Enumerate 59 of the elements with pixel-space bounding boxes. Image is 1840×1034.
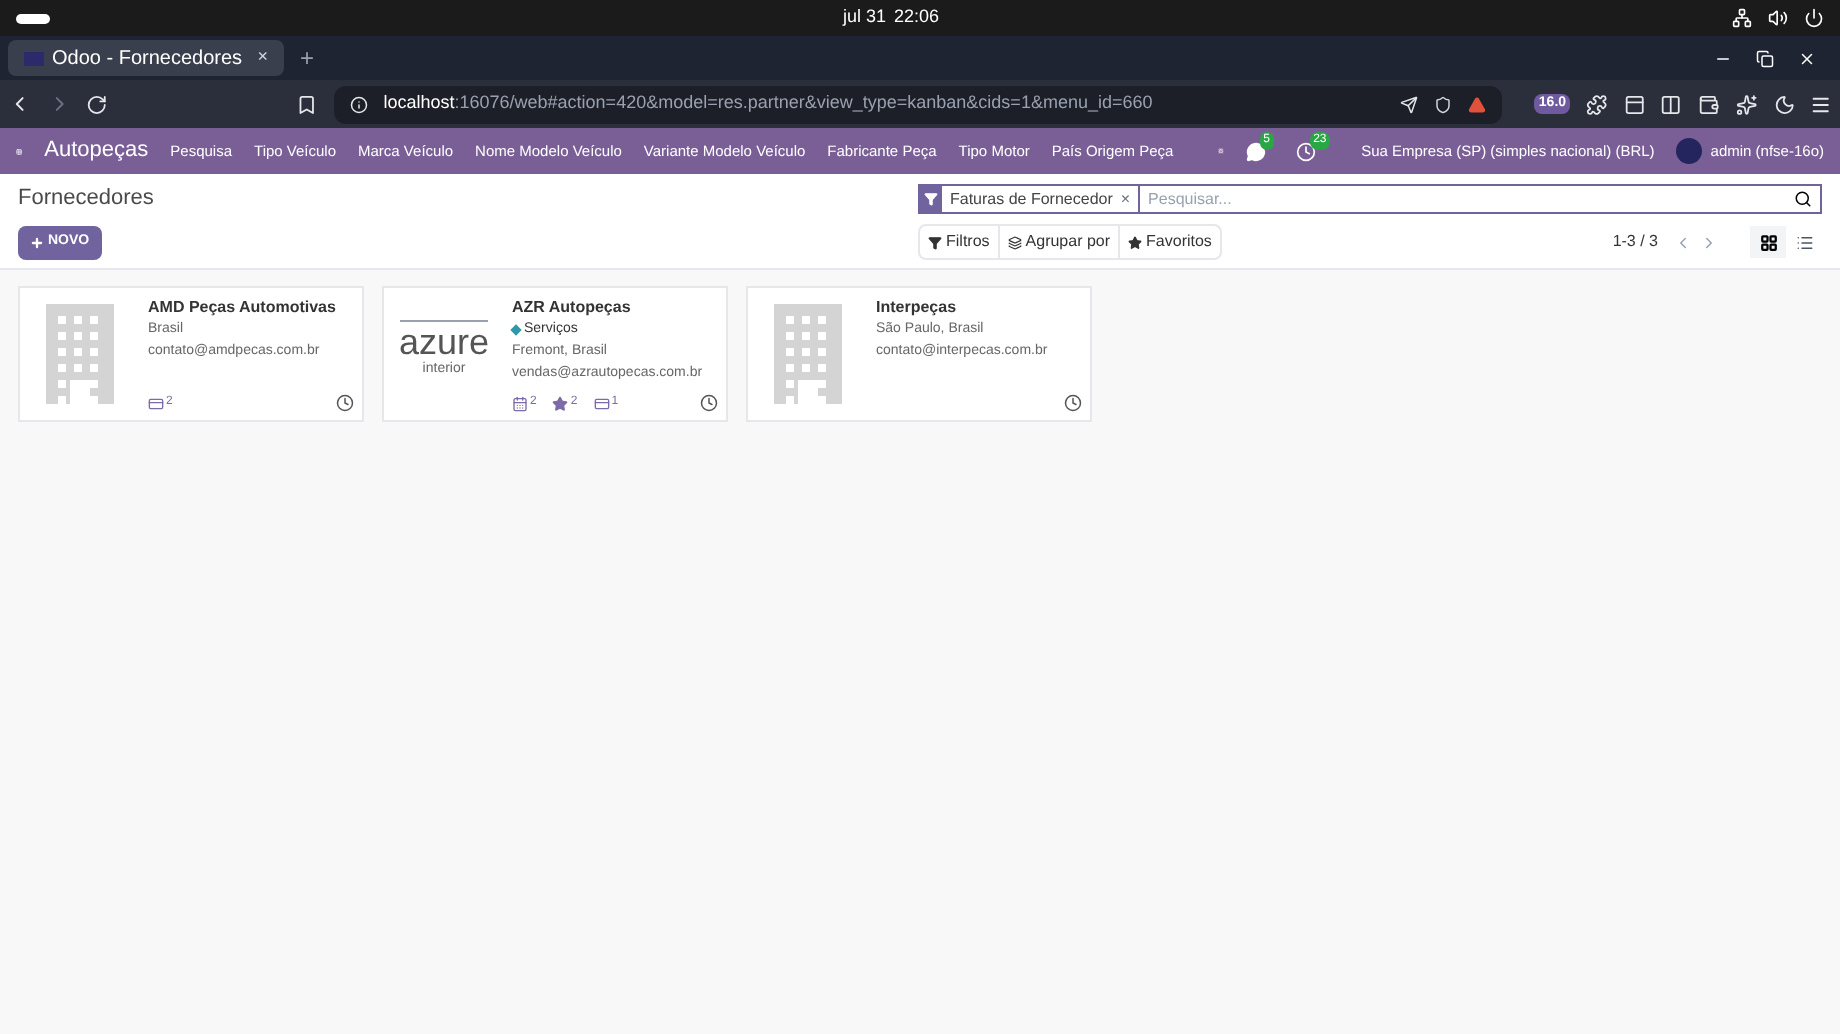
wallet-icon[interactable] [1698, 93, 1720, 115]
power-icon[interactable] [1804, 8, 1824, 28]
site-info-icon[interactable] [349, 95, 368, 113]
list-icon [1795, 233, 1813, 251]
sidebar-icon[interactable] [1660, 93, 1683, 115]
card-icon [593, 395, 610, 411]
close-icon[interactable] [1798, 49, 1816, 67]
layers-icon [1007, 235, 1022, 249]
supplier-name: AZR Autopeças [512, 298, 633, 316]
star-icon [552, 395, 569, 411]
filter-icon [928, 235, 942, 249]
activity-icon[interactable] [1295, 141, 1316, 161]
bookmark-icon[interactable] [296, 93, 318, 115]
favicon-icon [24, 51, 44, 65]
supplier-name: AMD Peças Automotivas [148, 298, 338, 316]
activity-clock-icon[interactable] [1064, 394, 1082, 412]
pager-value[interactable]: 1-3 / 3 [1612, 230, 1658, 254]
puzzle-icon[interactable] [1586, 93, 1608, 115]
search-field[interactable]: Faturas de Fornecedor × Pesquisar... [918, 184, 1822, 214]
filter-icon [924, 192, 938, 206]
filters-button[interactable]: Filtros [920, 226, 998, 258]
reload-icon[interactable] [86, 93, 109, 115]
activities-icon[interactable] [16, 13, 50, 23]
clock-label: 22:06 [893, 4, 940, 31]
group-by-button[interactable]: Agrupar por [997, 226, 1119, 258]
menu-icon[interactable] [1810, 93, 1833, 115]
favorites-button[interactable]: Favoritos [1118, 226, 1220, 258]
star-icon [1128, 235, 1143, 249]
calendar-icon [512, 395, 528, 411]
plus-icon [30, 235, 44, 249]
address-bar[interactable]: localhost:16076/web#action=420&model=res.partner&view_type=kanban&cids=1&menu_id=660 [333, 85, 1503, 123]
building-icon [774, 304, 842, 404]
search-icon[interactable] [1794, 190, 1812, 208]
activity-clock-icon[interactable] [700, 394, 718, 412]
kanban-view-button[interactable] [1750, 226, 1786, 258]
screenshot-icon[interactable] [1623, 93, 1645, 115]
triangle-icon[interactable] [1468, 95, 1487, 113]
grid-icon [1759, 233, 1777, 251]
tab-close-button[interactable]: × [257, 44, 268, 72]
building-icon [46, 304, 114, 404]
supplier-name: Interpeças [876, 298, 959, 316]
browser-tab[interactable]: Odoo - Fornecedores × [8, 40, 284, 76]
remove-facet-button[interactable]: × [1120, 187, 1139, 211]
shield-icon[interactable] [1434, 95, 1453, 113]
chat-icon[interactable] [1245, 141, 1266, 161]
new-tab-button[interactable]: + [300, 40, 315, 76]
sparkle-icon[interactable] [1735, 93, 1758, 115]
user-avatar[interactable] [1676, 138, 1703, 164]
card-icon [148, 395, 164, 411]
date-label: jul 31 [842, 4, 886, 31]
filter-facet[interactable]: Faturas de Fornecedor × [920, 186, 1141, 212]
page-title: Fornecedores [18, 184, 156, 214]
moon-icon[interactable] [1773, 93, 1795, 115]
restore-icon[interactable] [1756, 49, 1774, 67]
network-icon[interactable] [1732, 8, 1752, 28]
app-name[interactable]: Autopeças [44, 134, 149, 168]
send-icon[interactable] [1400, 95, 1419, 113]
volume-icon[interactable] [1768, 8, 1788, 28]
activity-clock-icon[interactable] [336, 394, 354, 412]
